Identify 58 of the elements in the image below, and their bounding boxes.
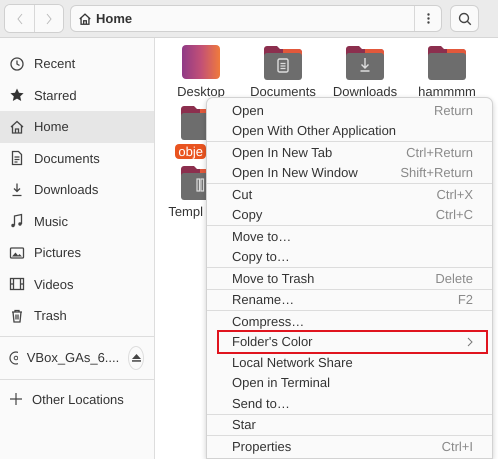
menu-item[interactable]: Star [219,414,486,435]
chevron-right-icon [467,336,473,347]
file-name[interactable]: Documents [247,84,319,99]
menu-item[interactable]: Folder's Color [219,332,486,352]
sidebar-item[interactable]: Trash [0,300,154,332]
file-name[interactable]: hammmm [415,84,479,99]
menu-item[interactable]: Open In New Window Shift+Return [219,162,486,183]
star-icon [9,87,25,104]
menu-item[interactable]: Open With Other Application [219,120,486,141]
sidebar-item[interactable]: Starred [0,80,154,111]
file-name[interactable]: obje [175,144,206,159]
menu-item[interactable]: Send to… [219,393,486,414]
sidebar-item[interactable]: Home [0,111,154,142]
menu-item[interactable]: Move to… [219,226,486,246]
sidebar-item[interactable]: Other Locations [0,384,154,415]
menu-item[interactable]: Properties Ctrl+I [219,436,486,456]
sidebar-item[interactable]: Videos [0,268,154,300]
recent-icon [9,56,25,72]
sidebar-item[interactable]: Recent [0,48,154,80]
file-name[interactable]: Templ [165,204,206,219]
back-icon [16,12,24,24]
menu-item[interactable]: Cut Ctrl+X [219,184,486,204]
video-icon [9,276,25,292]
menu-item[interactable]: Copy to… [219,246,486,267]
music-icon [9,213,25,230]
menu-item[interactable]: Move to Trash Delete [219,268,486,288]
forward-button[interactable] [34,5,63,32]
document-icon [9,150,25,166]
folder-icon [180,104,206,142]
folder-icon [427,44,467,82]
file-name[interactable]: Downloads [330,84,400,99]
menu-item[interactable]: Open Return [219,100,486,120]
menu-item[interactable]: Rename… F2 [219,290,486,310]
plus-icon [9,392,23,406]
sidebar-item[interactable]: Music [0,206,154,237]
picture-icon [9,244,25,261]
folder-icon [345,44,385,82]
forward-icon [45,12,53,24]
home-icon [9,118,25,135]
more-icon [426,13,430,24]
search-icon [458,12,472,26]
eject-button[interactable] [128,346,144,370]
file-name[interactable]: Desktop [174,84,228,99]
sidebar-item[interactable]: Pictures [0,237,154,268]
sidebar-item[interactable]: VBox_GAs_6.... [26,350,120,365]
desktop-folder-icon [181,44,221,82]
menu-item[interactable]: Open in Terminal [219,372,486,393]
menu-item[interactable]: Open In New Tab Ctrl+Return [219,142,486,162]
sidebar-item[interactable]: Downloads [0,174,154,206]
menu-item[interactable]: Compress… [219,311,486,332]
sidebar-item[interactable]: Documents [0,142,154,174]
trash-icon [9,308,25,324]
menu-item[interactable]: Local Network Share [219,352,486,372]
menu-item[interactable]: Copy Ctrl+C [219,204,486,225]
folder-icon [263,44,303,82]
home-icon [78,12,92,26]
search-button[interactable] [450,5,479,32]
eject-icon [132,354,141,362]
